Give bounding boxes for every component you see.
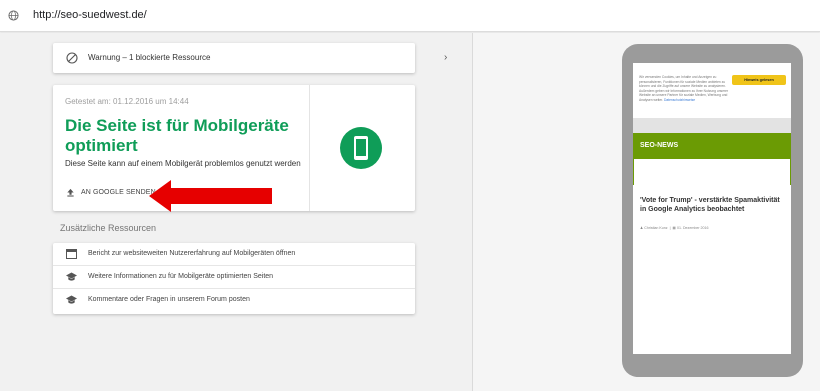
section-edge-right: [790, 159, 791, 185]
resource-item-learn-more[interactable]: Weitere Informationen zu für Mobilgeräte…: [53, 266, 415, 289]
additional-resources-title: Zusätzliche Ressourcen: [60, 223, 157, 233]
address-bar[interactable]: http://seo-suedwest.de/: [0, 0, 820, 32]
meta-separator: |: [668, 226, 672, 230]
author-icon: ♟: [640, 226, 644, 230]
header-strip: [633, 118, 791, 133]
url-text[interactable]: http://seo-suedwest.de/: [33, 9, 147, 21]
article-title[interactable]: 'Vote for Trump' - verstärkte Spamaktivi…: [640, 197, 785, 214]
section-edge-left: [633, 159, 634, 185]
warning-text: Warnung – 1 blockierte Ressource: [88, 53, 211, 62]
browser-window-icon: [66, 249, 77, 259]
resource-item-forum[interactable]: Kommentare oder Fragen in unserem Forum …: [53, 289, 415, 312]
card-divider: [309, 85, 310, 211]
privacy-link[interactable]: Datenschutzhinweise: [664, 98, 695, 102]
resource-item-site-report[interactable]: Bericht zur websiteweiten Nutzererfahrun…: [53, 243, 415, 266]
test-timestamp: Getestet am: 01.12.2016 um 14:44: [65, 97, 189, 106]
cookie-accept-button[interactable]: Hinweis gelesen: [732, 75, 786, 85]
resource-item-label[interactable]: Weitere Informationen zu für Mobilgeräte…: [88, 273, 273, 280]
resource-item-label[interactable]: Kommentare oder Fragen in unserem Forum …: [88, 296, 250, 303]
school-cap-icon: [66, 295, 77, 304]
phone-screen-preview[interactable]: Wir verwenden Cookies, um Inhalte und An…: [633, 63, 791, 354]
article-date: 01. Dezember 2016: [676, 226, 709, 230]
resource-item-label[interactable]: Bericht zur websiteweiten Nutzererfahrun…: [88, 250, 295, 257]
result-headline: Die Seite ist für Mobilgeräte optimiert: [65, 116, 289, 155]
school-cap-icon: [66, 272, 77, 281]
annotation-arrow-icon: [149, 180, 272, 212]
section-title: SEO-NEWS: [640, 142, 679, 149]
blocked-resources-warning[interactable]: Warnung – 1 blockierte Ressource ›: [53, 43, 447, 73]
article-meta: ♟ Christian Kunz | ▦ 01. Dezember 2016: [640, 226, 709, 230]
additional-resources-list: Bericht zur websiteweiten Nutzererfahrun…: [53, 243, 415, 314]
calendar-icon: ▦: [672, 226, 676, 230]
chevron-right-icon[interactable]: ›: [444, 52, 447, 63]
cookie-notice: Wir verwenden Cookies, um Inhalte und An…: [633, 63, 791, 118]
result-subtext: Diese Seite kann auf einem Mobilgerät pr…: [65, 159, 301, 168]
ban-icon: [66, 52, 78, 64]
globe-icon: [8, 10, 19, 21]
cookie-text: Wir verwenden Cookies, um Inhalte und An…: [639, 75, 731, 103]
submit-to-google-button[interactable]: AN GOOGLE SENDEN: [81, 189, 156, 196]
article-author: Christian Kunz: [644, 226, 668, 230]
mobile-friendly-icon: [340, 127, 382, 169]
upload-icon[interactable]: [66, 188, 75, 197]
news-section-bar: SEO-NEWS: [633, 133, 791, 159]
